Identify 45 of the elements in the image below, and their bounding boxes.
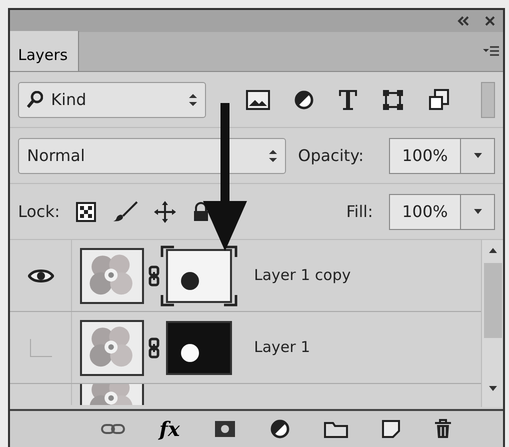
fill-field[interactable]: 100%: [389, 194, 461, 230]
collapse-icon[interactable]: [457, 16, 469, 26]
panel-menu-icon[interactable]: [483, 46, 499, 58]
trash-icon[interactable]: [434, 419, 452, 439]
eye-icon: [28, 268, 54, 284]
blend-mode-dropdown[interactable]: Normal: [18, 138, 286, 174]
new-layer-icon[interactable]: [382, 420, 400, 438]
scroll-up-icon: [488, 248, 496, 253]
brush-icon[interactable]: [112, 200, 138, 222]
folder-icon[interactable]: [324, 420, 348, 438]
search-icon: [27, 90, 43, 108]
close-icon[interactable]: [485, 16, 495, 26]
smart-object-icon[interactable]: [428, 88, 450, 110]
filter-dropdown[interactable]: Kind: [18, 82, 206, 118]
half-circle-icon[interactable]: [294, 90, 314, 110]
opacity-dropdown-button[interactable]: [461, 138, 495, 174]
mask-icon[interactable]: [214, 420, 236, 438]
image-icon[interactable]: [246, 90, 270, 110]
fill-dropdown-button[interactable]: [461, 194, 495, 230]
chain-icon[interactable]: [148, 336, 160, 358]
caret-icon: [474, 153, 482, 158]
filter-toggle[interactable]: [481, 82, 495, 118]
opacity-field[interactable]: 100%: [389, 138, 461, 174]
half-circle-icon[interactable]: [270, 419, 290, 439]
type-icon[interactable]: [338, 88, 358, 110]
layer-name[interactable]: Layer 1: [254, 336, 310, 359]
link-icon[interactable]: [101, 423, 126, 435]
panel-tab[interactable]: Layers: [10, 31, 79, 71]
lock-label: Lock:: [18, 200, 60, 222]
checkerboard-icon[interactable]: [76, 202, 96, 222]
scrollbar[interactable]: [481, 240, 503, 407]
caret-icon: [474, 209, 482, 214]
updown-icon: [269, 148, 277, 162]
chain-icon[interactable]: [148, 264, 160, 286]
scroll-thumb[interactable]: [484, 263, 502, 338]
scroll-down-icon: [488, 386, 496, 391]
lock-icon[interactable]: [192, 202, 210, 222]
transform-icon[interactable]: [382, 88, 404, 110]
move-icon[interactable]: [154, 200, 176, 222]
mask-thumbnail[interactable]: [160, 244, 238, 306]
layer-name[interactable]: Layer 1 copy: [254, 264, 351, 287]
updown-icon: [189, 92, 197, 106]
opacity-label: Opacity:: [298, 144, 364, 166]
fill-label: Fill:: [346, 200, 373, 222]
effects-button[interactable]: fx: [159, 414, 180, 444]
